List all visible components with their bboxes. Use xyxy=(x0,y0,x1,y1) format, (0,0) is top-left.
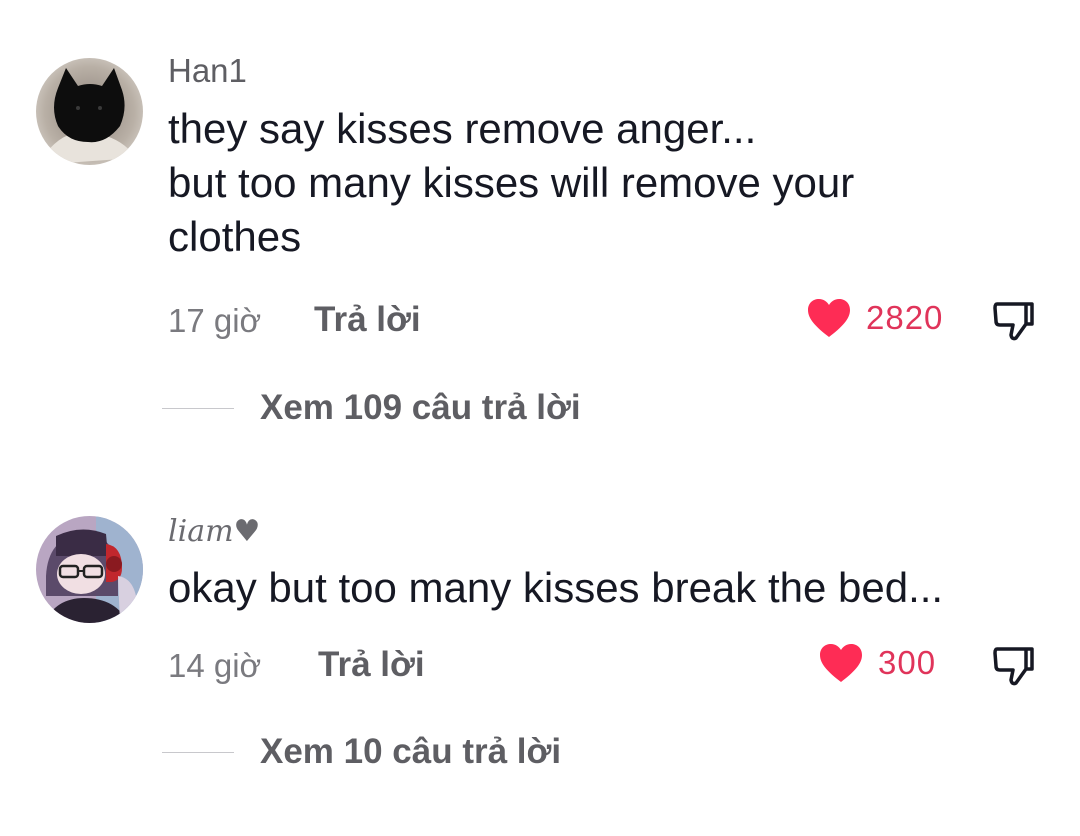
divider xyxy=(162,751,234,753)
thumbs-down-icon xyxy=(993,302,1034,341)
view-replies-label: Xem 109 câu trả lời xyxy=(260,388,581,427)
black-cat-avatar-icon xyxy=(36,58,143,165)
reply-button[interactable]: Trả lời xyxy=(314,300,421,340)
divider xyxy=(162,407,234,409)
comment-text-line: clothes xyxy=(168,213,302,260)
view-replies-button[interactable]: Xem 109 câu trả lời xyxy=(162,388,581,428)
avatar[interactable] xyxy=(36,58,143,165)
reply-button[interactable]: Trả lời xyxy=(318,645,425,685)
anime-character-avatar-icon xyxy=(36,516,143,623)
view-replies-label: Xem 10 câu trả lời xyxy=(260,732,562,771)
heart-icon xyxy=(820,644,862,682)
avatar[interactable] xyxy=(36,516,143,623)
comment-username[interactable]: liam♥ xyxy=(168,514,260,549)
comment-text-line: okay but too many kisses break the bed..… xyxy=(168,564,944,611)
comment-text: they say kisses remove anger... but too … xyxy=(168,102,1048,264)
like-button[interactable]: 300 xyxy=(818,642,936,684)
comment-timestamp: 17 giờ xyxy=(168,302,262,339)
comment-item: Han1 they say kisses remove anger... but… xyxy=(0,0,1080,460)
comment-timestamp: 14 giờ xyxy=(168,647,262,684)
comment-text-line: they say kisses remove anger... xyxy=(168,105,757,152)
like-count: 2820 xyxy=(866,299,944,336)
dislike-button[interactable] xyxy=(992,645,1036,692)
view-replies-button[interactable]: Xem 10 câu trả lời xyxy=(162,732,561,772)
like-button[interactable]: 2820 xyxy=(806,297,943,339)
heart-icon xyxy=(808,299,850,337)
like-count: 300 xyxy=(878,644,937,681)
dislike-button[interactable] xyxy=(992,300,1036,347)
comment-text: okay but too many kisses break the bed..… xyxy=(168,561,1048,615)
comment-username[interactable]: Han1 xyxy=(168,52,247,90)
comment-item: liam♥ okay but too many kisses break the… xyxy=(0,460,1080,836)
comment-text-line: but too many kisses will remove your xyxy=(168,159,855,206)
thumbs-down-icon xyxy=(993,647,1034,686)
